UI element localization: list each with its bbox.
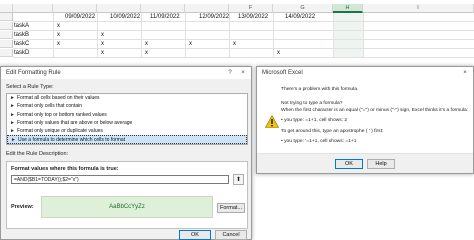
rule-type-item[interactable]: ► Format only top or bottom ranked values	[7, 111, 247, 119]
excel-message-box: Microsoft Excel × There's a problem with…	[256, 66, 474, 174]
message-example: • you type: =1+1, cell shows: 2	[281, 118, 348, 123]
task-label[interactable]: taskA	[14, 22, 29, 30]
selected-column-h	[333, 13, 363, 57]
mark-cell[interactable]: x	[233, 40, 236, 48]
edit-description-label: Edit the Rule Description:	[6, 151, 69, 157]
format-preview: AaBbCcYyZz	[41, 196, 213, 218]
message-titlebar[interactable]: Microsoft Excel ×	[257, 67, 473, 79]
rule-type-item[interactable]: ► Format only values that are above or be…	[7, 119, 247, 127]
format-button[interactable]: Format...	[217, 203, 245, 213]
arrow-right-icon: ►	[10, 119, 15, 126]
arrow-right-icon: ►	[10, 95, 15, 101]
close-icon[interactable]: ×	[459, 67, 471, 79]
row-header[interactable]	[0, 31, 13, 39]
rule-type-item-selected[interactable]: ► Use a formula to determine which cells …	[7, 135, 247, 144]
task-label[interactable]: taskD	[14, 49, 29, 57]
row-header[interactable]	[0, 13, 13, 21]
message-heading: There's a problem with this formula.	[281, 87, 359, 92]
formula-label: Format values where this formula is true…	[11, 166, 119, 172]
mark-cell[interactable]: x	[277, 49, 280, 57]
date-cell[interactable]: 12/09/2022	[199, 13, 229, 21]
column-header-f[interactable]: F	[229, 4, 273, 13]
column-header-b[interactable]	[53, 4, 97, 13]
date-cell[interactable]: 13/09/2022	[238, 13, 268, 21]
column-header-a[interactable]	[13, 4, 53, 13]
mark-cell[interactable]: x	[57, 40, 60, 48]
help-button[interactable]: Help	[367, 159, 395, 169]
select-all-corner[interactable]	[0, 4, 13, 13]
mark-cell[interactable]: x	[57, 22, 60, 30]
dialog-title: Edit Formatting Rule	[6, 70, 61, 76]
cancel-button[interactable]: Cancel	[215, 230, 247, 240]
warning-icon	[265, 115, 279, 128]
edit-formatting-rule-dialog: Edit Formatting Rule ? × Select a Rule T…	[0, 66, 252, 240]
date-cell[interactable]: 11/09/2022	[150, 13, 180, 21]
arrow-right-icon: ►	[11, 137, 16, 144]
row-header[interactable]	[0, 49, 13, 57]
message-title: Microsoft Excel	[262, 70, 303, 76]
arrow-right-icon: ►	[10, 103, 15, 110]
task-label[interactable]: taskB	[14, 31, 29, 39]
rule-type-item[interactable]: ► Format only cells that contain	[7, 102, 247, 110]
rule-type-item[interactable]: ► Format all cells based on their values	[7, 94, 247, 102]
help-icon[interactable]: ?	[224, 67, 236, 79]
arrow-right-icon: ►	[10, 111, 15, 118]
close-icon[interactable]: ×	[237, 67, 249, 79]
task-label[interactable]: taskC	[14, 40, 29, 48]
mark-cell[interactable]: x	[145, 49, 148, 57]
message-text: Not trying to type a formula?	[281, 101, 343, 106]
formula-input[interactable]: =AND($B1=TODAY();$2="x")	[11, 175, 229, 184]
mark-cell[interactable]: x	[101, 31, 104, 39]
column-header-g[interactable]: G	[273, 4, 333, 13]
message-text: When the first character is an equal ("=…	[281, 108, 469, 113]
message-footer: OK Help	[257, 153, 473, 173]
column-header-h[interactable]: H	[333, 4, 363, 13]
ok-button[interactable]: OK	[335, 159, 363, 169]
preview-label: Preview:	[11, 204, 34, 210]
mark-cell[interactable]: x	[101, 40, 104, 48]
dialog-titlebar[interactable]: Edit Formatting Rule ? ×	[1, 67, 251, 79]
ok-button[interactable]: OK	[179, 230, 211, 240]
column-header-e[interactable]	[185, 4, 229, 13]
select-rule-type-label: Select a Rule Type:	[6, 84, 54, 90]
arrow-right-icon: ►	[10, 128, 15, 135]
column-header-c[interactable]	[97, 4, 141, 13]
date-cell[interactable]: 10/09/2022	[110, 13, 140, 21]
mark-cell[interactable]: x	[145, 40, 148, 48]
message-example: • you type: '=1+1, cell shows: =1+1	[281, 139, 357, 144]
rule-type-item[interactable]: ► Format only unique or duplicate values	[7, 127, 247, 135]
arrow-up-icon: ⬆	[235, 177, 242, 183]
message-text: To get around this, type an apostrophe (…	[281, 129, 384, 134]
mark-cell[interactable]: x	[101, 49, 104, 57]
date-cell[interactable]: 14/09/2022	[285, 13, 315, 21]
column-header-i[interactable]: I	[363, 4, 474, 13]
row-header[interactable]	[0, 40, 13, 48]
column-header-d[interactable]	[141, 4, 185, 13]
mark-cell[interactable]: x	[57, 31, 60, 39]
row-header[interactable]	[0, 22, 13, 30]
rule-type-list: ► Format all cells based on their values …	[6, 93, 248, 145]
mark-cell[interactable]: x	[189, 40, 192, 48]
collapse-range-button[interactable]: ⬆	[233, 174, 244, 185]
date-cell[interactable]: 09/09/2022	[65, 13, 95, 21]
rule-description-panel: Format values where this formula is true…	[6, 161, 248, 229]
